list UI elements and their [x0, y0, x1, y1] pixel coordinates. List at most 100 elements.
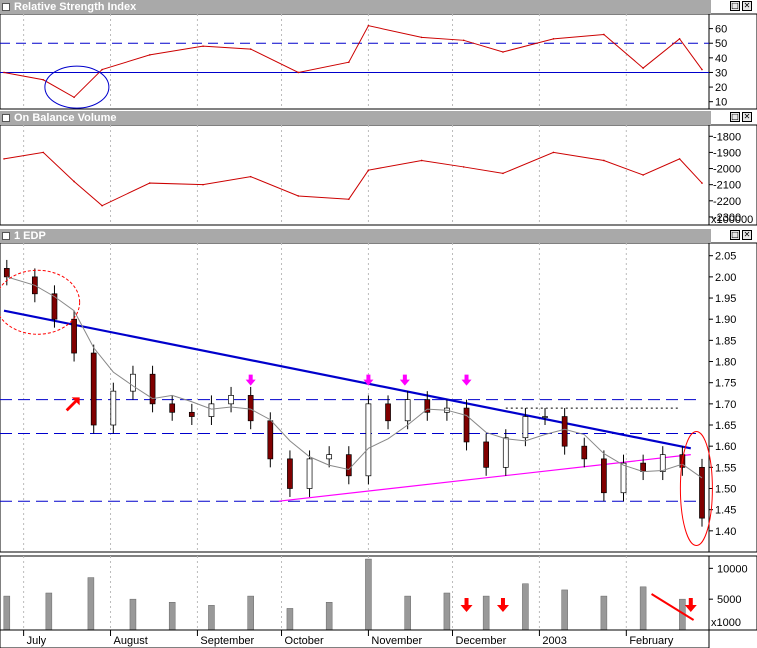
obv-tick-label-2: -2000	[713, 164, 741, 176]
volume-bar-4	[168, 602, 176, 631]
obv-close-button[interactable]: ✕	[742, 112, 752, 122]
price-tick-label-9: 1.60	[715, 441, 736, 453]
price-candle-body-4	[90, 352, 97, 426]
rsi-point-8	[347, 61, 350, 64]
price-tick-label-6: 1.75	[715, 378, 736, 390]
obv-point-14	[603, 159, 605, 162]
volume-bar-8	[325, 602, 333, 631]
obv-panel-title: On Balance Volume	[0, 111, 711, 125]
price-candle-body-8	[169, 403, 176, 413]
rsi-point-11	[462, 39, 465, 42]
price-candle-body-31	[620, 462, 627, 494]
volume-bar-13	[522, 583, 529, 631]
price-tick-label-5: 1.80	[715, 357, 736, 369]
chart-canvas: 605040302010-1800-1900-2000-2100-2200-23…	[0, 13, 757, 648]
price-candle-body-14	[287, 458, 293, 489]
obv-point-5	[202, 183, 204, 186]
volume-bar-15	[600, 595, 608, 631]
volume-bar-9	[365, 558, 372, 631]
price-tick-label-7: 1.70	[715, 399, 736, 411]
price-candle-body-12	[247, 395, 254, 422]
rsi-point-9	[367, 24, 370, 27]
price-candle-body-15	[306, 458, 313, 489]
volume-bar-7	[286, 608, 294, 631]
obv-point-11	[462, 166, 465, 168]
rsi-tick-label-1: 50	[715, 38, 727, 50]
obv-point-2	[73, 180, 75, 183]
rsi-point-15	[642, 67, 644, 69]
volume-bar-2	[87, 577, 95, 631]
obv-point-7	[297, 195, 300, 197]
rsi-panel-title: Relative Strength Index	[0, 0, 711, 14]
volume-bar-14	[561, 589, 568, 631]
obv-tick-label-4: -2200	[713, 196, 741, 208]
month-label-6: 2003	[542, 635, 566, 647]
rsi-point-13	[552, 38, 555, 40]
volume-bar-1	[45, 592, 53, 631]
price-candle-body-13	[267, 420, 274, 460]
obv-point-3	[101, 204, 103, 207]
month-label-7: February	[629, 635, 674, 647]
price-candle-body-25	[502, 437, 509, 468]
obv-tick-label-0: -1800	[713, 131, 741, 143]
obv-point-17	[701, 182, 703, 184]
obv-tick-label-3: -2100	[713, 180, 741, 192]
volume-bar-0	[3, 595, 11, 631]
price-tick-label-0: 2.05	[715, 251, 736, 263]
price-candle-body-3	[71, 318, 77, 354]
obv-point-1	[42, 151, 45, 154]
price-candle-body-28	[561, 416, 568, 447]
month-label-4: November	[371, 635, 422, 647]
rsi-point-10	[420, 36, 423, 39]
price-tick-label-8: 1.65	[715, 420, 736, 432]
price-candle-body-6	[130, 373, 136, 392]
price-candle-body-20	[404, 399, 411, 422]
obv-point-16	[678, 158, 681, 160]
price-candle-body-26	[522, 416, 529, 439]
obv-point-10	[420, 159, 423, 162]
obv-point-15	[642, 174, 644, 176]
rsi-close-button[interactable]: ✕	[742, 1, 752, 11]
rsi-tick-label-4: 20	[715, 82, 727, 94]
obv-point-9	[367, 169, 370, 171]
price-candle-body-23	[463, 407, 470, 443]
obv-point-6	[249, 175, 252, 178]
rsi-point-7	[297, 71, 300, 74]
rsi-tick-label-5: 10	[715, 97, 727, 109]
price-candle-body-30	[601, 458, 607, 494]
rsi-point-1	[42, 78, 45, 81]
volume-bar-11	[443, 592, 451, 631]
price-tick-label-11: 1.50	[715, 484, 736, 496]
obv-tick-label-1: -1900	[713, 147, 741, 159]
month-label-3: October	[285, 635, 324, 647]
volume-bar-3	[129, 598, 137, 631]
date-axis-frame	[0, 629, 710, 648]
obv-point-4	[148, 182, 151, 184]
rsi-point-5	[202, 45, 204, 47]
price-maximize-button[interactable]: □	[730, 230, 740, 240]
price-candle-body-17	[345, 454, 352, 477]
price-panel-title: 1 EDP	[0, 229, 711, 243]
month-label-5: December	[456, 635, 507, 647]
obv-maximize-button[interactable]: □	[730, 112, 740, 122]
price-tick-label-4: 1.85	[715, 335, 736, 347]
month-label-0: July	[27, 635, 47, 647]
volume-bar-5	[208, 605, 215, 631]
rsi-point-6	[249, 48, 252, 50]
volume-tick-label-1: 5000	[717, 594, 741, 606]
price-tick-label-12: 1.45	[715, 505, 736, 517]
rsi-maximize-button[interactable]: □	[730, 1, 740, 11]
rsi-point-16	[678, 38, 681, 40]
rsi-point-17	[701, 68, 703, 71]
price-candle-body-32	[640, 462, 646, 472]
volume-tick-label-0: 10000	[717, 563, 748, 575]
price-tick-label-2: 1.95	[715, 293, 736, 305]
rsi-tick-label-2: 40	[715, 53, 727, 65]
price-candle-body-19	[385, 403, 391, 422]
price-candle-body-24	[483, 441, 490, 468]
price-tick-label-1: 2.00	[715, 272, 736, 284]
price-candle-body-7	[149, 373, 156, 405]
volume-bar-16	[639, 586, 647, 631]
rsi-point-4	[148, 54, 151, 56]
price-close-button[interactable]: ✕	[742, 230, 752, 240]
